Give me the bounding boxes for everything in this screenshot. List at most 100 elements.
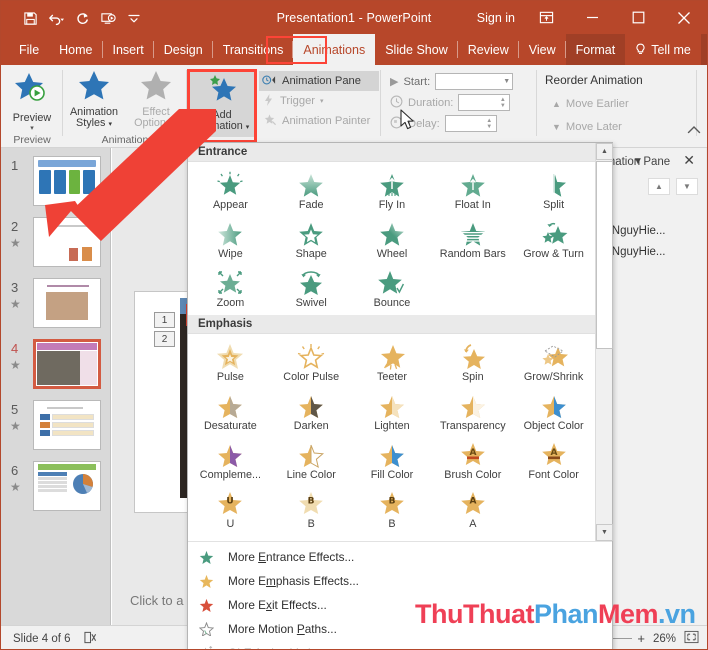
gallery-item-fly-in[interactable]: Fly In	[352, 166, 433, 215]
animation-star-icon[interactable]: ★	[10, 358, 21, 372]
gallery-item-underline[interactable]: U U	[190, 485, 271, 534]
gallery-item-font[interactable]: A A	[432, 485, 513, 534]
gallery-item-object-color[interactable]: Object Color	[513, 387, 594, 436]
close-icon[interactable]: ✕	[683, 152, 695, 169]
thumbnail-slide-3[interactable]: 3 ★	[1, 278, 110, 331]
sign-in-button[interactable]: Sign in	[477, 1, 515, 34]
gallery-item-fade[interactable]: Fade	[271, 166, 352, 215]
move-up-button[interactable]: ▲	[648, 178, 670, 195]
animation-star-icon[interactable]: ★	[10, 297, 21, 311]
gallery-item-wheel[interactable]: Wheel	[352, 215, 433, 264]
animation-dialog-launcher-icon[interactable]: ⬔	[172, 135, 181, 146]
animation-star-icon[interactable]: ★	[10, 480, 21, 494]
gallery-item-wipe[interactable]: Wipe	[190, 215, 271, 264]
gallery-item-grow-turn[interactable]: Grow & Turn	[513, 215, 594, 264]
animation-styles-button[interactable]: Animation Styles ▾	[63, 65, 125, 131]
ribbon-display-options-icon[interactable]	[523, 1, 569, 34]
gallery-item-color-pulse[interactable]: Color Pulse	[271, 338, 352, 387]
tab-insert[interactable]: Insert	[103, 34, 155, 65]
click-to-add-placeholder[interactable]: Click to a	[130, 593, 183, 608]
preview-button[interactable]: Preview ▾	[1, 67, 63, 132]
collapse-ribbon-icon[interactable]	[687, 125, 701, 138]
animation-pane-button[interactable]: Animation Pane	[259, 71, 379, 91]
gallery-item-appear[interactable]: Appear	[190, 166, 271, 215]
gallery-item-float-in[interactable]: Float In	[432, 166, 513, 215]
tab-review[interactable]: Review	[458, 34, 519, 65]
gallery-item-pulse[interactable]: Pulse	[190, 338, 271, 387]
scroll-down-arrow-icon[interactable]: ▼	[596, 524, 613, 541]
tab-transitions[interactable]: Transitions	[213, 34, 294, 65]
chevron-down-icon[interactable]: ▼	[633, 156, 643, 167]
customize-qat-icon[interactable]	[121, 6, 147, 30]
menu-more-motion-paths[interactable]: More Motion Paths...	[188, 617, 612, 641]
gallery-item-bold[interactable]: B B	[352, 485, 433, 534]
gallery-item-line-color[interactable]: Line Color	[271, 436, 352, 485]
gallery-item-fill-color[interactable]: Fill Color	[352, 436, 433, 485]
gallery-item-random-bars[interactable]: Random Bars	[432, 215, 513, 264]
gallery-scrollbar[interactable]: ▲ ▼	[595, 143, 613, 541]
gallery-item-desaturate[interactable]: Desaturate	[190, 387, 271, 436]
gallery-item-brush-color[interactable]: A Brush Color	[432, 436, 513, 485]
thumbnail-slide-6[interactable]: 6 ★	[1, 461, 110, 514]
tab-design[interactable]: Design	[154, 34, 213, 65]
scroll-up-arrow-icon[interactable]: ▲	[596, 143, 613, 160]
move-down-button[interactable]: ▼	[676, 178, 698, 195]
accessibility-icon[interactable]	[83, 631, 98, 647]
gallery-item-zoom[interactable]: Zoom	[190, 264, 271, 313]
menu-more-entrance-effects[interactable]: More Entrance Effects...	[188, 545, 612, 569]
gallery-item-shape[interactable]: Shape	[271, 215, 352, 264]
gallery-item-font-color[interactable]: A Font Color	[513, 436, 594, 485]
gallery-item-teeter[interactable]: Teeter	[352, 338, 433, 387]
thumbnail-slide-1[interactable]: 1	[1, 156, 110, 209]
animation-star-icon[interactable]: ★	[10, 236, 21, 250]
tab-slide-show[interactable]: Slide Show	[375, 34, 458, 65]
slide-indicator[interactable]: Slide 4 of 6	[13, 633, 71, 645]
gallery-scroll-region[interactable]: Entrance Appear Fade Fly In Float In Spl…	[188, 143, 596, 541]
tab-file[interactable]: File	[9, 34, 49, 65]
gallery-item-darken[interactable]: Darken	[271, 387, 352, 436]
animation-star-icon[interactable]: ★	[10, 419, 21, 433]
tab-animations[interactable]: Animations	[293, 34, 376, 65]
tab-view[interactable]: View	[519, 34, 566, 65]
gallery-item-swivel[interactable]: Swivel	[271, 264, 352, 313]
gallery-item-bold-flash[interactable]: B B	[271, 485, 352, 534]
menu-more-emphasis-effects[interactable]: More Emphasis Effects...	[188, 569, 612, 593]
undo-icon[interactable]	[43, 6, 69, 30]
start-combo[interactable]: ▼	[435, 73, 514, 90]
gallery-item-complementary[interactable]: Compleme...	[190, 436, 271, 485]
zoom-in-button[interactable]: +	[637, 631, 645, 646]
minimize-icon[interactable]	[569, 1, 615, 34]
thumbnail-slide-2[interactable]: 2 ★	[1, 217, 110, 270]
add-animation-gallery[interactable]: Entrance Appear Fade Fly In Float In Spl…	[187, 142, 613, 649]
duration-spinner[interactable]: ▲ ▼	[458, 94, 511, 111]
save-icon[interactable]	[17, 6, 43, 30]
add-animation-button[interactable]: Add Animation ▾	[190, 70, 254, 134]
tab-format[interactable]: Format	[565, 34, 626, 65]
gallery-item-bounce[interactable]: Bounce	[352, 264, 433, 313]
animation-pane-item-2[interactable]: ngNguyHie...	[597, 241, 707, 262]
menu-more-exit-effects[interactable]: More Exit Effects...	[188, 593, 612, 617]
animation-tag-1[interactable]: 1	[154, 312, 175, 328]
slide-thumbnail-pane[interactable]: 1 2 ★ 3 ★ 4 ★ 5 ★ 6 ★	[1, 148, 111, 626]
preview-dropdown-caret[interactable]: ▾	[30, 125, 34, 132]
redo-icon[interactable]	[69, 6, 95, 30]
start-slideshow-icon[interactable]	[95, 6, 121, 30]
tab-home[interactable]: Home	[49, 34, 103, 65]
gallery-item-transparency[interactable]: Transparency	[432, 387, 513, 436]
thumbnail-slide-5[interactable]: 5 ★	[1, 400, 110, 453]
animation-pane-item-1[interactable]: ngNguyHie...	[597, 220, 707, 241]
tab-share[interactable]: Share	[700, 34, 707, 65]
delay-spinner[interactable]: ▲ ▼	[444, 115, 497, 132]
gallery-item-grow-shrink[interactable]: Grow/Shrink	[513, 338, 594, 387]
scrollbar-thumb[interactable]	[596, 161, 613, 349]
gallery-item-lighten[interactable]: Lighten	[352, 387, 433, 436]
tab-tell-me[interactable]: Tell me	[625, 34, 701, 65]
fit-to-window-icon[interactable]	[684, 630, 699, 647]
gallery-item-spin[interactable]: Spin	[432, 338, 513, 387]
maximize-icon[interactable]	[615, 1, 661, 34]
zoom-level[interactable]: 26%	[653, 633, 676, 645]
close-icon[interactable]	[661, 1, 707, 34]
gallery-item-split[interactable]: Split	[513, 166, 594, 215]
thumbnail-slide-4[interactable]: 4 ★	[1, 339, 110, 392]
animation-tag-2[interactable]: 2	[154, 331, 175, 347]
